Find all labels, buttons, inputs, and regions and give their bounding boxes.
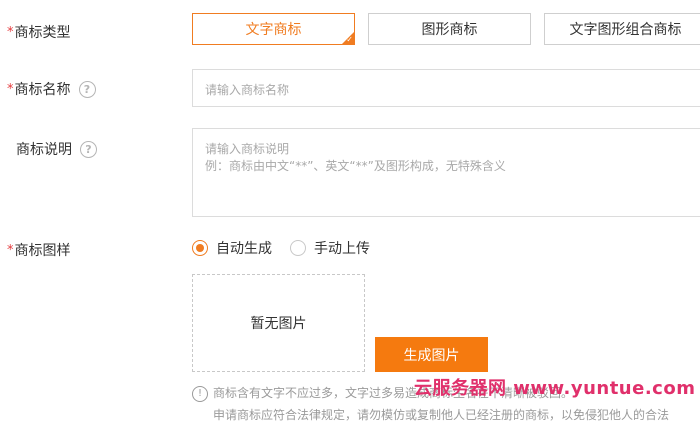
name-input-placeholder: 请输入商标名称: [205, 83, 290, 97]
radio-manual[interactable]: [290, 240, 306, 256]
name-label: * 商标名称 ?: [7, 79, 96, 99]
radio-manual-label[interactable]: 手动上传: [314, 238, 370, 258]
type-label: * 商标类型: [7, 22, 71, 42]
desc-placeholder-line1: 请输入商标说明: [205, 142, 290, 156]
image-source-radio-group: 自动生成 手动上传: [192, 238, 370, 258]
image-preview-empty-text: 暂无图片: [250, 316, 307, 332]
help-icon[interactable]: ?: [80, 140, 97, 158]
radio-auto[interactable]: [192, 240, 208, 256]
desc-placeholder-line2: 例：商标由中文“**”、英文“**”及图形构成，无特殊含义: [205, 159, 506, 173]
name-input[interactable]: 请输入商标名称: [192, 69, 700, 107]
image-label-text: 商标图样: [14, 243, 71, 259]
image-label: * 商标图样: [7, 240, 71, 260]
type-option-text[interactable]: 文字商标 ✓: [192, 13, 355, 45]
radio-dot: [196, 244, 204, 252]
type-option-combined-label: 文字图形组合商标: [569, 22, 682, 38]
image-preview: 暂无图片: [192, 274, 365, 372]
generate-image-button[interactable]: 生成图片: [375, 337, 488, 372]
help-icon[interactable]: ?: [78, 80, 96, 98]
required-mark: *: [7, 24, 14, 40]
type-label-text: 商标类型: [14, 25, 71, 41]
type-option-combined[interactable]: 文字图形组合商标: [544, 13, 700, 45]
name-label-text: 商标名称: [14, 82, 71, 98]
type-option-graphic-label: 图形商标: [421, 22, 478, 38]
info-icon: !: [192, 385, 208, 402]
desc-label-text: 商标说明: [16, 142, 72, 158]
type-option-graphic[interactable]: 图形商标: [368, 13, 531, 45]
watermark: 云服务器网 www.yuntue.com: [414, 378, 696, 399]
desc-textarea[interactable]: 请输入商标说明 例：商标由中文“**”、英文“**”及图形构成，无特殊含义: [192, 128, 700, 217]
required-mark: *: [7, 81, 14, 97]
desc-label: 商标说明 ?: [16, 139, 97, 159]
check-icon: ✓: [346, 35, 353, 44]
required-mark: *: [7, 242, 14, 258]
radio-auto-label[interactable]: 自动生成: [216, 238, 272, 258]
type-option-text-label: 文字商标: [245, 22, 302, 38]
